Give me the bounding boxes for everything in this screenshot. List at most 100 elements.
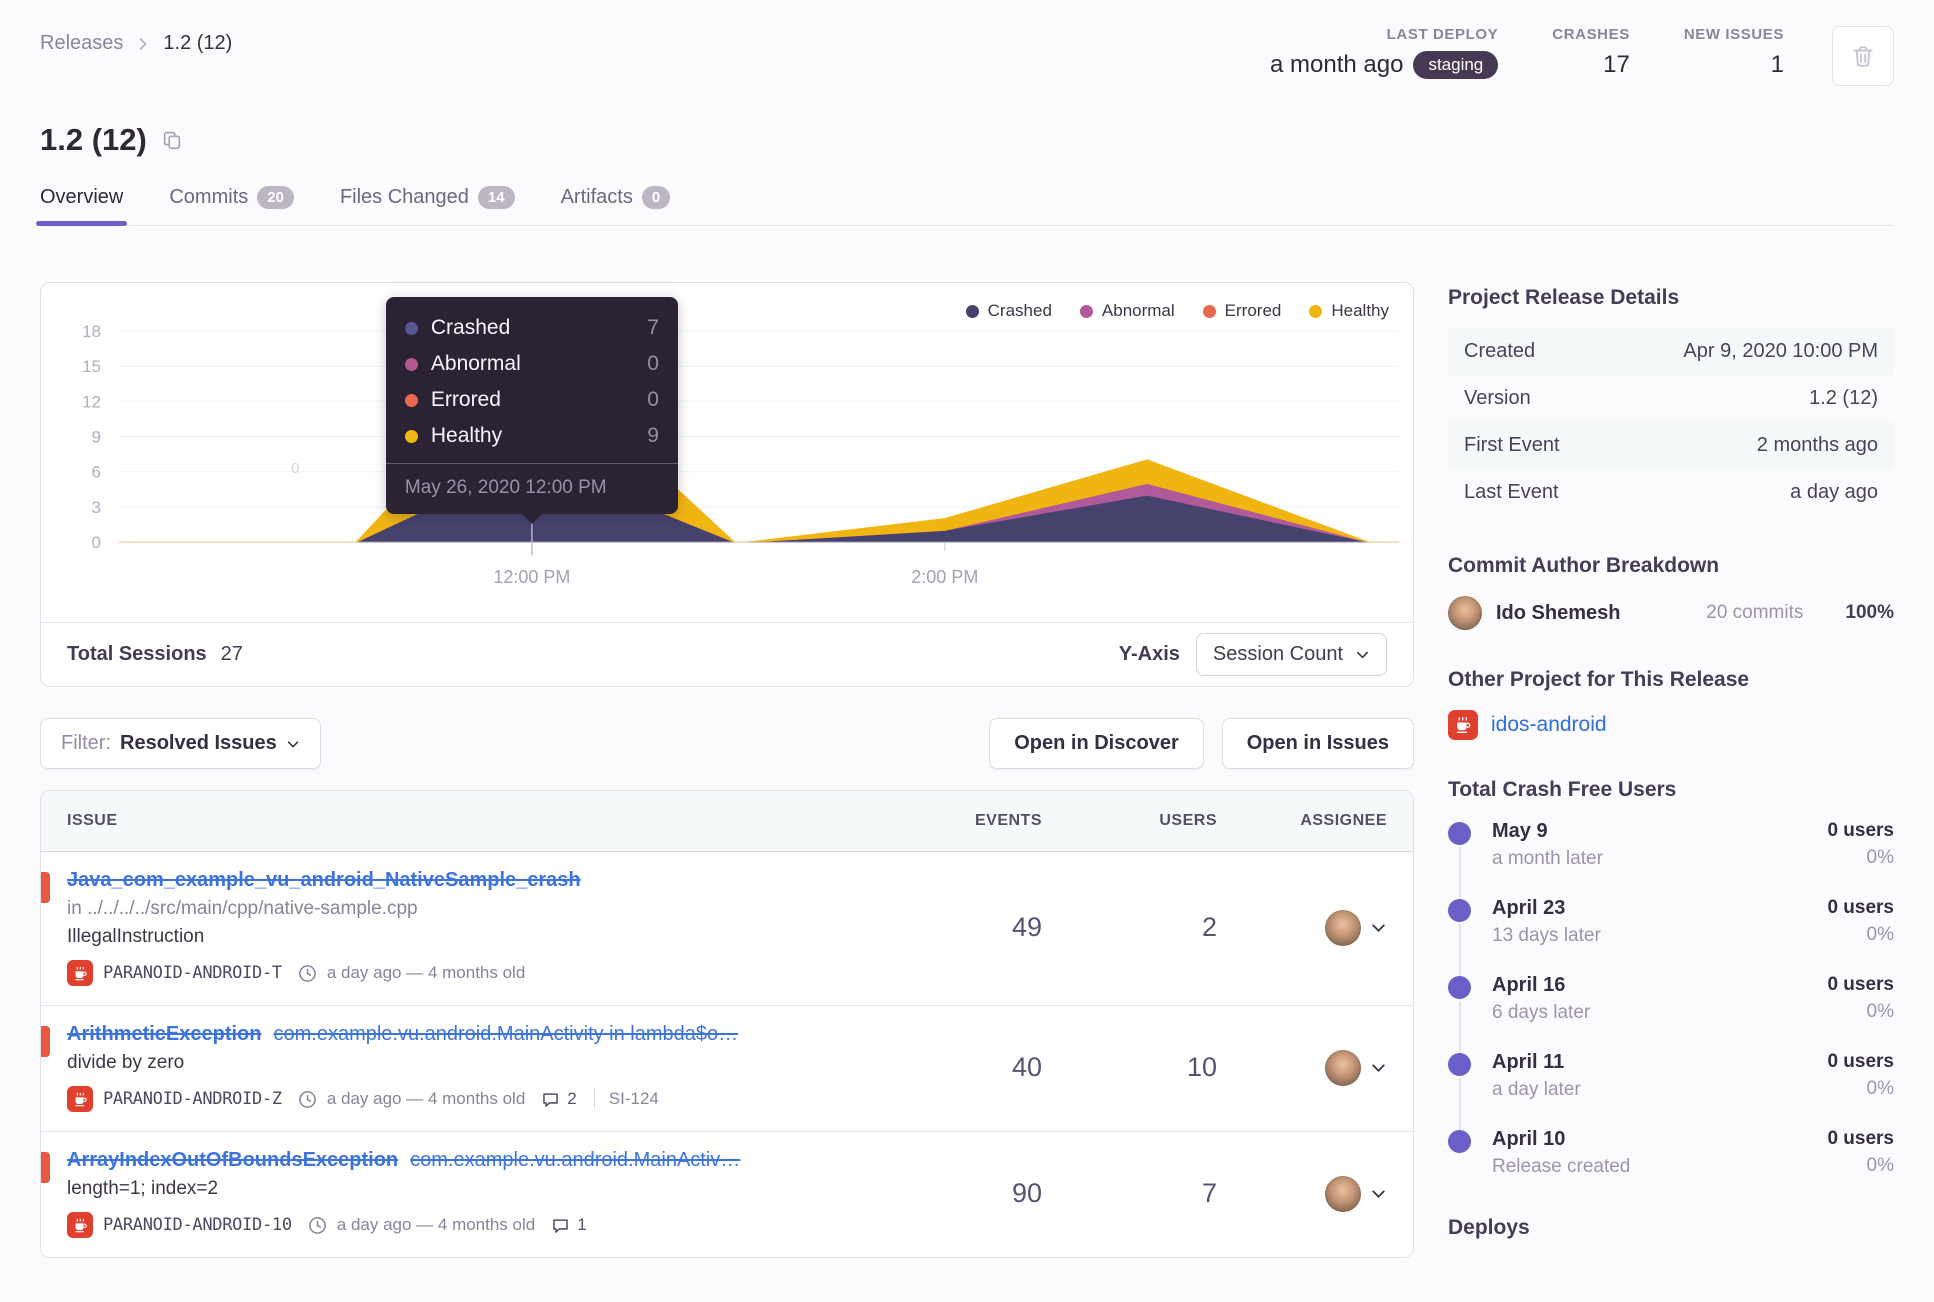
issues-table-body: Java_com_example_vu_android_NativeSample… bbox=[41, 852, 1413, 1257]
crash-free-date: April 10 bbox=[1492, 1128, 1566, 1150]
breadcrumb-current: 1.2 (12) bbox=[163, 32, 233, 54]
tooltip-series-value: 9 bbox=[647, 424, 659, 447]
crash-free-percent: 0% bbox=[1866, 1155, 1894, 1176]
project-slug: PARANOID-ANDROID-Z bbox=[103, 1089, 282, 1109]
tab[interactable]: Overview bbox=[35, 186, 128, 226]
legend-dot-icon bbox=[1202, 304, 1216, 318]
legend-label: Crashed bbox=[987, 301, 1052, 320]
issue-users-count: 7 bbox=[1201, 1178, 1217, 1208]
issue-users-count: 10 bbox=[1186, 1052, 1217, 1082]
breadcrumb-releases-link[interactable]: Releases bbox=[40, 32, 123, 55]
release-detail-row: Version 1.2 (12) bbox=[1448, 375, 1894, 422]
other-project-row: idos-android bbox=[1448, 710, 1894, 740]
issue-row: ArrayIndexOutOfBoundsException com.examp… bbox=[41, 1131, 1413, 1257]
issue-users-count: 2 bbox=[1201, 912, 1217, 942]
tab[interactable]: Artifacts 0 bbox=[561, 186, 671, 225]
comment-icon bbox=[551, 1216, 570, 1235]
clock-icon bbox=[308, 1216, 327, 1235]
open-in-discover-button[interactable]: Open in Discover bbox=[989, 718, 1204, 769]
stat-crashes-value: 17 bbox=[1603, 51, 1630, 78]
svg-text:15: 15 bbox=[82, 357, 101, 376]
other-project-link[interactable]: idos-android bbox=[1491, 713, 1607, 737]
sessions-chart-card: 0 3 6 9 12 15 18 0 12:00 PM 2:00 PM Crashed Abnor… bbox=[40, 282, 1414, 687]
y-axis-select[interactable]: Session Count bbox=[1195, 633, 1387, 676]
stat-last-deploy-label: LAST DEPLOY bbox=[1386, 26, 1499, 43]
series-dot-icon bbox=[404, 429, 418, 443]
other-project-heading: Other Project for This Release bbox=[1448, 668, 1750, 691]
detail-label: Version bbox=[1464, 387, 1531, 409]
tooltip-row: Abnormal 0 bbox=[404, 346, 659, 382]
issue-events-count: 49 bbox=[1011, 912, 1042, 942]
crash-free-users: 0 users bbox=[1827, 974, 1894, 995]
tooltip-series-label: Errored bbox=[430, 388, 501, 411]
assignee-dropdown[interactable] bbox=[1325, 1175, 1387, 1212]
crash-free-item: April 10 Release created 0 users 0% bbox=[1448, 1128, 1894, 1178]
copy-version-button[interactable] bbox=[161, 129, 183, 151]
issue-age: a day ago — 4 months old bbox=[326, 963, 526, 982]
total-sessions-value: 27 bbox=[220, 643, 243, 665]
sidebar: Project Release Details Created Apr 9, 2… bbox=[1448, 282, 1894, 1258]
legend-item[interactable]: Healthy bbox=[1309, 301, 1389, 321]
crash-free-date: April 23 bbox=[1492, 897, 1566, 919]
issue-title-link[interactable]: ArithmeticException bbox=[67, 1023, 261, 1046]
tab-count-badge: 14 bbox=[477, 186, 515, 209]
stat-last-deploy-value: a month ago bbox=[1270, 51, 1404, 78]
issue-row: Java_com_example_vu_android_NativeSample… bbox=[41, 852, 1413, 1005]
main-column: 0 3 6 9 12 15 18 0 12:00 PM 2:00 PM Crashed Abnor… bbox=[40, 282, 1414, 1258]
issue-title-link[interactable]: Java_com_example_vu_android_NativeSample… bbox=[67, 869, 581, 892]
crash-free-note: 13 days later bbox=[1492, 925, 1601, 946]
issue-culprit-link[interactable]: com.example.vu.android.MainActivity in l… bbox=[273, 1023, 738, 1046]
tooltip-series-label: Healthy bbox=[430, 424, 503, 447]
crash-free-date: April 11 bbox=[1492, 1051, 1565, 1073]
issue-comments[interactable]: 1 bbox=[545, 1215, 587, 1235]
legend-label: Errored bbox=[1224, 301, 1282, 320]
tab-count-badge: 20 bbox=[257, 186, 294, 209]
issue-events-count: 40 bbox=[1011, 1052, 1042, 1082]
issue-culprit-link[interactable]: com.example.vu.android.MainActiv… bbox=[410, 1149, 740, 1172]
open-in-issues-button[interactable]: Open in Issues bbox=[1221, 718, 1414, 769]
svg-text:6: 6 bbox=[92, 463, 101, 482]
tab[interactable]: Files Changed 14 bbox=[340, 186, 515, 225]
timeline-dot-icon bbox=[1448, 976, 1471, 999]
commit-authors-heading: Commit Author Breakdown bbox=[1448, 554, 1720, 577]
issue-cell: Java_com_example_vu_android_NativeSample… bbox=[67, 869, 832, 986]
assignee-avatar bbox=[1325, 1175, 1361, 1212]
crash-free-timeline: May 9 a month later 0 users 0% April 23 … bbox=[1448, 820, 1894, 1178]
issue-cell: ArithmeticException com.example.vu.andro… bbox=[67, 1023, 832, 1112]
tab[interactable]: Commits 20 bbox=[169, 186, 294, 225]
total-sessions-label: Total Sessions bbox=[67, 643, 207, 665]
crash-free-users: 0 users bbox=[1827, 1051, 1894, 1072]
issue-comments[interactable]: 2 bbox=[535, 1089, 577, 1109]
column-assignee: ASSIGNEE bbox=[1300, 812, 1387, 829]
sessions-chart[interactable]: 0 3 6 9 12 15 18 0 12:00 PM 2:00 PM bbox=[41, 283, 1413, 622]
filter-dropdown[interactable]: Filter: Resolved Issues bbox=[40, 718, 321, 769]
tab-label: Files Changed bbox=[339, 186, 469, 208]
comment-count: 2 bbox=[567, 1089, 577, 1108]
author-name: Ido Shemesh bbox=[1496, 601, 1621, 624]
delete-release-button[interactable] bbox=[1832, 26, 1894, 86]
tab-label: Artifacts bbox=[560, 186, 633, 208]
issue-ticket: SI-124 bbox=[587, 1089, 659, 1109]
tab-label: Commits bbox=[169, 186, 249, 208]
series-dot-icon bbox=[404, 357, 418, 371]
legend-item[interactable]: Abnormal bbox=[1079, 301, 1175, 321]
chevron-down-icon bbox=[1370, 1185, 1387, 1202]
legend-item[interactable]: Crashed bbox=[965, 301, 1052, 321]
crash-free-heading: Total Crash Free Users bbox=[1448, 778, 1677, 801]
environment-badge: staging bbox=[1413, 51, 1499, 79]
header-stats: LAST DEPLOY a month ago staging CRASHES … bbox=[1270, 26, 1894, 86]
breadcrumb: Releases 1.2 (12) bbox=[40, 32, 232, 55]
svg-text:0: 0 bbox=[291, 460, 299, 477]
legend-item[interactable]: Errored bbox=[1202, 301, 1282, 321]
assignee-dropdown[interactable] bbox=[1325, 1049, 1387, 1086]
series-dot-icon bbox=[404, 321, 418, 335]
issue-detail: divide by zero bbox=[67, 1052, 185, 1073]
title-row: 1.2 (12) bbox=[40, 122, 1894, 158]
crash-free-percent: 0% bbox=[1866, 924, 1894, 945]
chevron-right-icon bbox=[135, 36, 151, 52]
filter-label: Filter: bbox=[61, 732, 111, 754]
assignee-dropdown[interactable] bbox=[1325, 909, 1387, 946]
tab-bar: Overview Commits 20 Files Changed 14 Art… bbox=[35, 186, 1894, 226]
issue-title-link[interactable]: ArrayIndexOutOfBoundsException bbox=[67, 1149, 398, 1172]
release-detail-row: First Event 2 months ago bbox=[1448, 422, 1894, 469]
